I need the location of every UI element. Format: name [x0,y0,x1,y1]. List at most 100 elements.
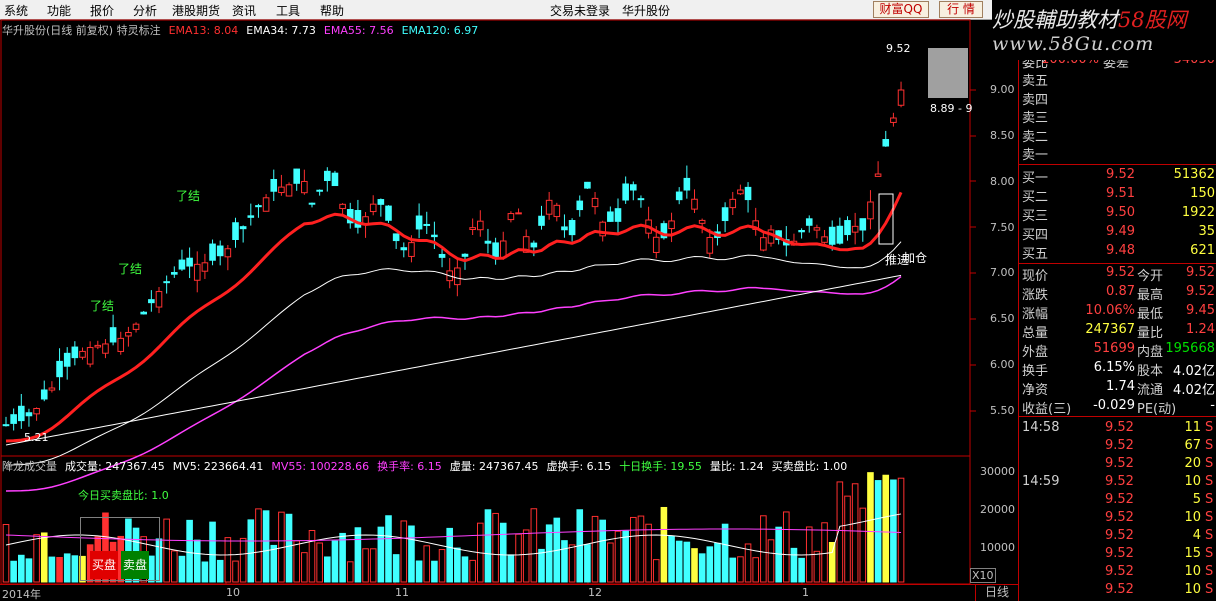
quote-value: 6.15% [1093,360,1135,375]
x-axis-label: 10 [226,586,240,599]
candle-body [308,202,316,205]
volume-bar [882,474,890,583]
y-axis-vol-label: 10000 [980,541,1015,554]
x-axis-label: 11 [395,586,409,599]
quote-value: 10.06% [1085,303,1135,318]
y-axis-price-label: 9.00 [990,83,1015,96]
candle-body [163,281,170,284]
volume-bar [767,539,775,583]
candle-body [515,212,522,215]
chart-title: 华升股份(日线 前复权) 特灵标注 [2,24,161,37]
brand-title: 炒股輔助教材 [992,8,1118,32]
quote-label: 流通 [1137,383,1164,398]
volume-bar [821,522,828,583]
volume-bar [622,530,629,583]
candle-body [591,197,599,208]
tick-price: 9.52 [1105,528,1134,543]
volume-bar [71,555,79,583]
candle-body [331,172,339,187]
tick-row: 9.52 5 S [1019,492,1216,510]
tick-side: S [1205,564,1214,579]
sell-volume-button[interactable]: 卖盘 [121,551,149,579]
volume-bar [362,548,369,583]
volume-bar [660,506,668,583]
volume-bar [783,511,790,583]
price-marker-box [928,48,968,98]
candle-body [193,263,201,281]
volume-bar [492,512,499,583]
volume-bar [545,524,553,583]
buy-level-row: 买四 9.49 35 [1022,224,1215,243]
vol-indicator-name: 降龙成交量 [2,460,57,473]
y-axis-price-label: 7.00 [990,266,1015,279]
tick-price: 9.52 [1105,510,1134,525]
quote-label: 涨幅 [1022,307,1049,322]
sell-level-label: 卖四 [1022,93,1049,108]
sell-level-label: 卖三 [1022,111,1049,126]
volume-bar [324,556,331,583]
volume-bar [469,559,476,583]
liaojie-annotation: 了结 [176,189,201,203]
quote-label: 量比 [1137,326,1164,341]
candle-body [270,178,278,192]
quote-label: 外盘 [1022,345,1049,360]
tick-volume: 10 [1184,510,1201,525]
volume-bar [400,520,408,583]
volume-bar [851,483,859,583]
volume-bar [423,545,431,583]
vol-label: 成交量: 247367.45 [65,460,165,473]
tick-volume: 10 [1184,564,1201,579]
volume-bar [247,519,255,583]
daily-period-tab[interactable]: 日线 [975,584,1018,601]
volume-bar [270,544,278,583]
volume-bar [178,555,186,583]
volume-bar [232,560,239,583]
volume-bar [484,509,492,583]
volume-bar [25,558,33,583]
tick-volume: 4 [1192,528,1201,543]
buy-level-row: 买一 9.52 51362 [1022,167,1215,186]
candle-body [859,218,867,231]
quote-label: 收益(三) [1022,402,1072,417]
brand-watermark: 炒股輔助教材58股网 www.58Gu.com [992,0,1216,60]
x-axis-label: 2014年 [2,588,41,601]
tick-row: 9.52 10 S [1019,564,1216,582]
candle-body [492,242,499,259]
tick-side: S [1205,420,1214,435]
tick-side: S [1205,492,1214,507]
candle-body [836,225,844,244]
candle-body [805,218,813,226]
mv55-label: MV55: 100228.66 [271,460,370,473]
candle-body [637,198,645,201]
quote-label: 换手 [1022,364,1049,379]
sell-level-label: 卖一 [1022,148,1049,163]
tick-row: 14:59 9.52 10 S [1019,474,1216,492]
quote-row: 涨跌 0.87 最高 9.52 [1019,284,1216,303]
candle-body [530,242,538,248]
volume-bar [316,542,323,583]
tick-price: 9.52 [1105,420,1134,435]
candle-body [813,227,821,231]
candle-body [561,226,568,231]
candle-body [40,389,48,400]
buy-sell-ratio-label: 买卖盘比: 1.00 [771,460,848,473]
volume-bar [668,535,675,583]
candle-body [737,189,744,195]
volume-bar [209,521,216,583]
candle-body [117,337,125,352]
mv5-label: MV5: 223664.41 [172,460,264,473]
buy-volume-button[interactable]: 买盘 [90,551,118,579]
today-buy-sell-ratio: 今日买卖盘比: 1.0 [78,489,169,502]
volume-bar [561,540,568,583]
quote-row: 涨幅 10.06% 最低 9.45 [1019,303,1216,322]
tick-side: S [1205,456,1214,471]
candle-body [867,201,874,220]
liaojie-annotation: 了结 [90,299,115,313]
quote-value: 0.87 [1106,284,1135,299]
x-axis-label: 12 [588,586,602,599]
candle-body [63,352,71,367]
main-indicator-line: 华升股份(日线 前复权) 特灵标注 EMA13: 8.04 EMA34: 7.73 E… [2,22,486,38]
volume-bar [255,508,262,583]
candle-body [828,226,836,245]
candle-body [155,291,163,308]
